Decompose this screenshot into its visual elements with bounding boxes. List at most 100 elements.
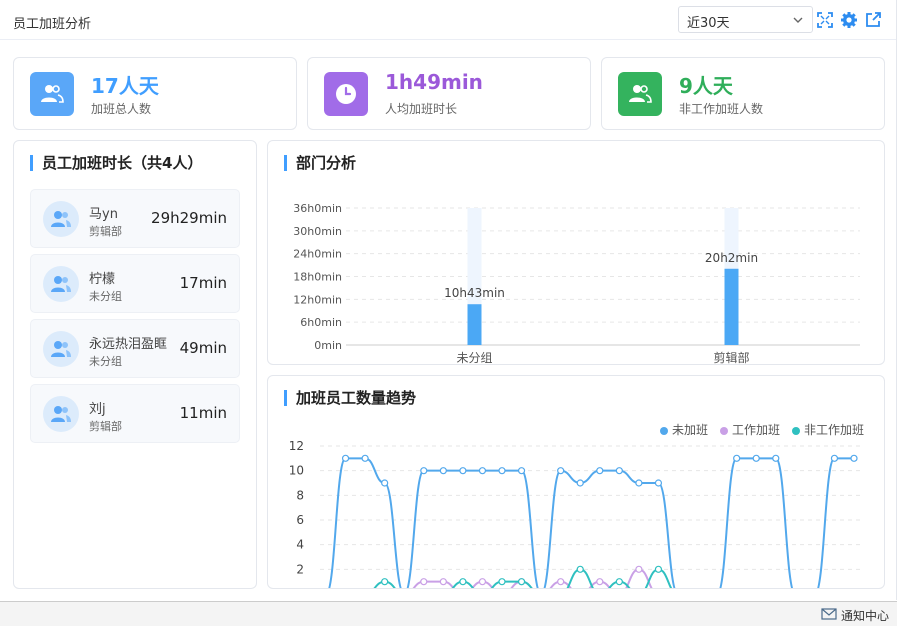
y-tick-label: 30h0min	[293, 225, 342, 238]
stat-value: 9人天	[679, 74, 733, 98]
stat-label: 人均加班时长	[385, 102, 458, 116]
data-point[interactable]	[830, 454, 839, 462]
data-point[interactable]	[576, 479, 584, 487]
notification-center-link[interactable]: 通知中心	[841, 607, 889, 624]
users-icon	[41, 85, 64, 103]
employee-item[interactable]: 刘j 剪辑部 11min	[30, 384, 240, 443]
employee-name: 马yn	[89, 207, 118, 222]
stat-icon-box	[30, 72, 74, 116]
users-icon	[51, 406, 71, 422]
data-point[interactable]	[517, 578, 526, 586]
mail-icon[interactable]	[821, 608, 837, 620]
x-tick-label: 剪辑部	[713, 350, 749, 365]
employee-dept: 未分组	[89, 290, 122, 303]
employee-item[interactable]: 柠檬 未分组 17min	[30, 254, 240, 313]
data-point[interactable]	[733, 454, 741, 462]
dept-bar-chart: 0min 6h0min 12h0min 18h0min 24h0min 30h0min 36…	[293, 202, 860, 365]
employee-panel: 员工加班时长（共4人） 马yn 剪辑部 29h29min 柠檬 未分组 17min 永远热泪…	[13, 140, 257, 589]
users-icon	[51, 211, 71, 227]
data-point[interactable]	[459, 578, 467, 586]
data-point[interactable]	[381, 479, 389, 487]
y-tick-label: 4	[296, 538, 304, 552]
data-point[interactable]	[498, 467, 506, 475]
y-tick-label: 10	[289, 464, 304, 478]
data-point[interactable]	[576, 565, 584, 573]
clock-icon	[336, 84, 356, 104]
data-point[interactable]	[596, 578, 604, 586]
y-tick-label: 24h0min	[293, 248, 342, 261]
y-tick-label: 6h0min	[300, 316, 342, 329]
data-point[interactable]	[420, 467, 428, 475]
data-point[interactable]	[439, 467, 447, 475]
employee-dept: 剪辑部	[89, 420, 122, 433]
date-range-value: 近30天	[687, 16, 730, 31]
series-line	[373, 568, 673, 588]
employee-dept: 未分组	[89, 355, 122, 368]
data-point[interactable]	[635, 565, 643, 573]
data-point[interactable]	[420, 578, 428, 586]
employee-item[interactable]: 永远热泪盈眶 未分组 49min	[30, 319, 240, 378]
avatar	[43, 201, 79, 237]
stat-card-nonwork: 9人天 非工作加班人数	[601, 57, 885, 130]
data-point[interactable]	[478, 467, 487, 475]
avatar	[43, 331, 79, 367]
employee-duration: 11min	[179, 404, 227, 422]
data-point[interactable]	[439, 578, 447, 586]
users-icon	[629, 85, 652, 103]
date-range-select[interactable]: 近30天	[678, 6, 813, 33]
gear-icon[interactable]	[840, 11, 858, 29]
y-tick-label: 12h0min	[293, 293, 342, 306]
bar-value-label: 10h43min	[444, 286, 505, 300]
fullscreen-icon[interactable]	[816, 11, 834, 29]
stat-card-avg: 1h49min 人均加班时长	[307, 57, 591, 130]
data-point[interactable]	[517, 467, 526, 475]
y-tick-label: 18h0min	[293, 271, 342, 284]
data-point[interactable]	[615, 467, 623, 475]
data-point[interactable]	[361, 454, 369, 462]
employee-duration: 17min	[179, 274, 227, 292]
data-point[interactable]	[459, 467, 467, 475]
x-tick-label: 未分组	[456, 351, 492, 365]
avatar	[43, 266, 79, 302]
data-point[interactable]	[498, 578, 506, 586]
dept-chart-panel: 部门分析 0min 6h0min 12h0min 18h0min 24h0min 30h0…	[267, 140, 885, 365]
y-tick-label: 2	[296, 562, 304, 576]
export-icon[interactable]	[864, 11, 882, 29]
employee-panel-title: 员工加班时长（共4人）	[30, 155, 202, 171]
bar[interactable]	[724, 268, 739, 345]
data-point[interactable]	[381, 578, 389, 586]
y-tick-label: 8	[296, 488, 304, 502]
employee-duration: 49min	[179, 339, 227, 357]
stat-icon-box	[618, 72, 662, 116]
employee-item[interactable]: 马yn 剪辑部 29h29min	[30, 189, 240, 248]
stat-card-total: 17人天 加班总人数	[13, 57, 297, 130]
data-point[interactable]	[654, 479, 663, 487]
page-title: 员工加班分析	[13, 17, 92, 32]
data-point[interactable]	[557, 578, 565, 586]
bar-value-label: 20h2min	[705, 251, 758, 265]
status-bar: 通知中心	[0, 601, 897, 626]
y-tick-label: 0min	[314, 339, 342, 352]
data-point[interactable]	[341, 454, 350, 462]
data-point[interactable]	[635, 479, 643, 487]
data-point[interactable]	[850, 454, 858, 462]
y-tick-label: 36h0min	[293, 202, 342, 215]
data-point[interactable]	[654, 565, 663, 573]
data-point[interactable]	[478, 578, 487, 586]
y-tick-label: 6	[296, 513, 304, 527]
chevron-down-icon	[793, 17, 803, 23]
stat-value: 1h49min	[385, 70, 483, 94]
series-line	[328, 457, 854, 588]
top-bar: 员工加班分析 近30天	[0, 0, 896, 40]
data-point[interactable]	[557, 467, 565, 475]
data-point[interactable]	[615, 578, 623, 586]
users-icon	[51, 276, 71, 292]
data-point[interactable]	[596, 467, 604, 475]
bar[interactable]	[467, 304, 482, 345]
stat-icon-box	[324, 72, 368, 116]
users-icon	[51, 341, 71, 357]
data-point[interactable]	[772, 454, 780, 462]
data-point[interactable]	[752, 454, 760, 462]
trend-chart-panel: 加班员工数量趋势 未加班 工作加班 非工作加班 2 4 6 8 10 12	[267, 375, 885, 589]
stat-label: 非工作加班人数	[679, 102, 764, 116]
